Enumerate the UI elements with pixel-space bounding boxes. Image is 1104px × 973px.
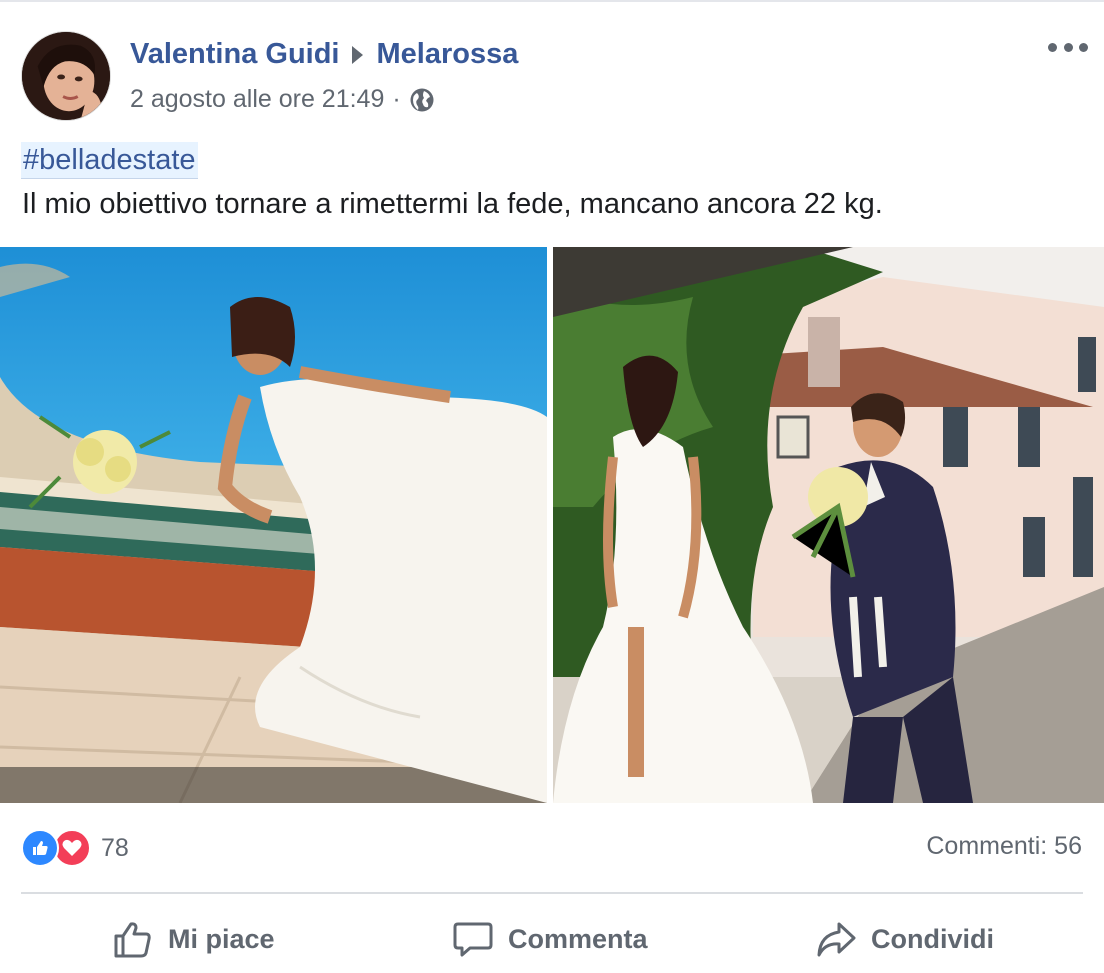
- post-actions: Mi piace Commenta Condividi: [0, 906, 1104, 972]
- post-timestamp[interactable]: 2 agosto alle ore 21:49: [130, 85, 384, 114]
- comment-button[interactable]: Commenta: [452, 906, 648, 972]
- like-button-label: Mi piace: [168, 923, 275, 954]
- author-avatar[interactable]: [21, 31, 111, 121]
- share-arrow-icon: [817, 922, 856, 957]
- group-name[interactable]: Melarossa: [377, 38, 519, 71]
- reactions-summary[interactable]: 78: [21, 828, 129, 868]
- actions-divider: [21, 892, 1083, 894]
- reaction-count: 78: [101, 833, 129, 862]
- arrow-right-icon: [351, 45, 363, 64]
- post-meta: 2 agosto alle ore 21:49 ·: [130, 85, 435, 114]
- share-button-label: Condividi: [871, 923, 994, 954]
- comment-icon: [453, 922, 493, 957]
- share-button[interactable]: Condividi: [815, 906, 994, 972]
- post-text: Il mio obiettivo tornare a rimettermi la…: [22, 188, 883, 220]
- like-button[interactable]: Mi piace: [112, 906, 275, 972]
- more-dot: [1048, 42, 1057, 52]
- globe-icon[interactable]: [409, 87, 435, 113]
- post-author-line: Valentina Guidi Melarossa: [130, 38, 518, 71]
- comment-button-label: Commenta: [508, 923, 648, 954]
- author-name[interactable]: Valentina Guidi: [130, 38, 340, 71]
- more-options-icon[interactable]: [1048, 36, 1088, 58]
- more-dot: [1063, 42, 1073, 52]
- photo-bride-groom[interactable]: [553, 247, 1104, 803]
- meta-separator: ·: [392, 85, 401, 113]
- more-dot: [1079, 42, 1088, 52]
- thumbs-up-icon: [114, 922, 151, 958]
- photo-bride-pool[interactable]: [0, 247, 547, 803]
- hashtag-link[interactable]: #belladestate: [21, 142, 198, 179]
- post-card: Valentina Guidi Melarossa 2 agosto alle …: [0, 0, 1104, 973]
- comments-count-link[interactable]: Commenti: 56: [926, 832, 1082, 861]
- photo-grid: [0, 247, 1104, 803]
- like-reaction-icon: [21, 829, 59, 867]
